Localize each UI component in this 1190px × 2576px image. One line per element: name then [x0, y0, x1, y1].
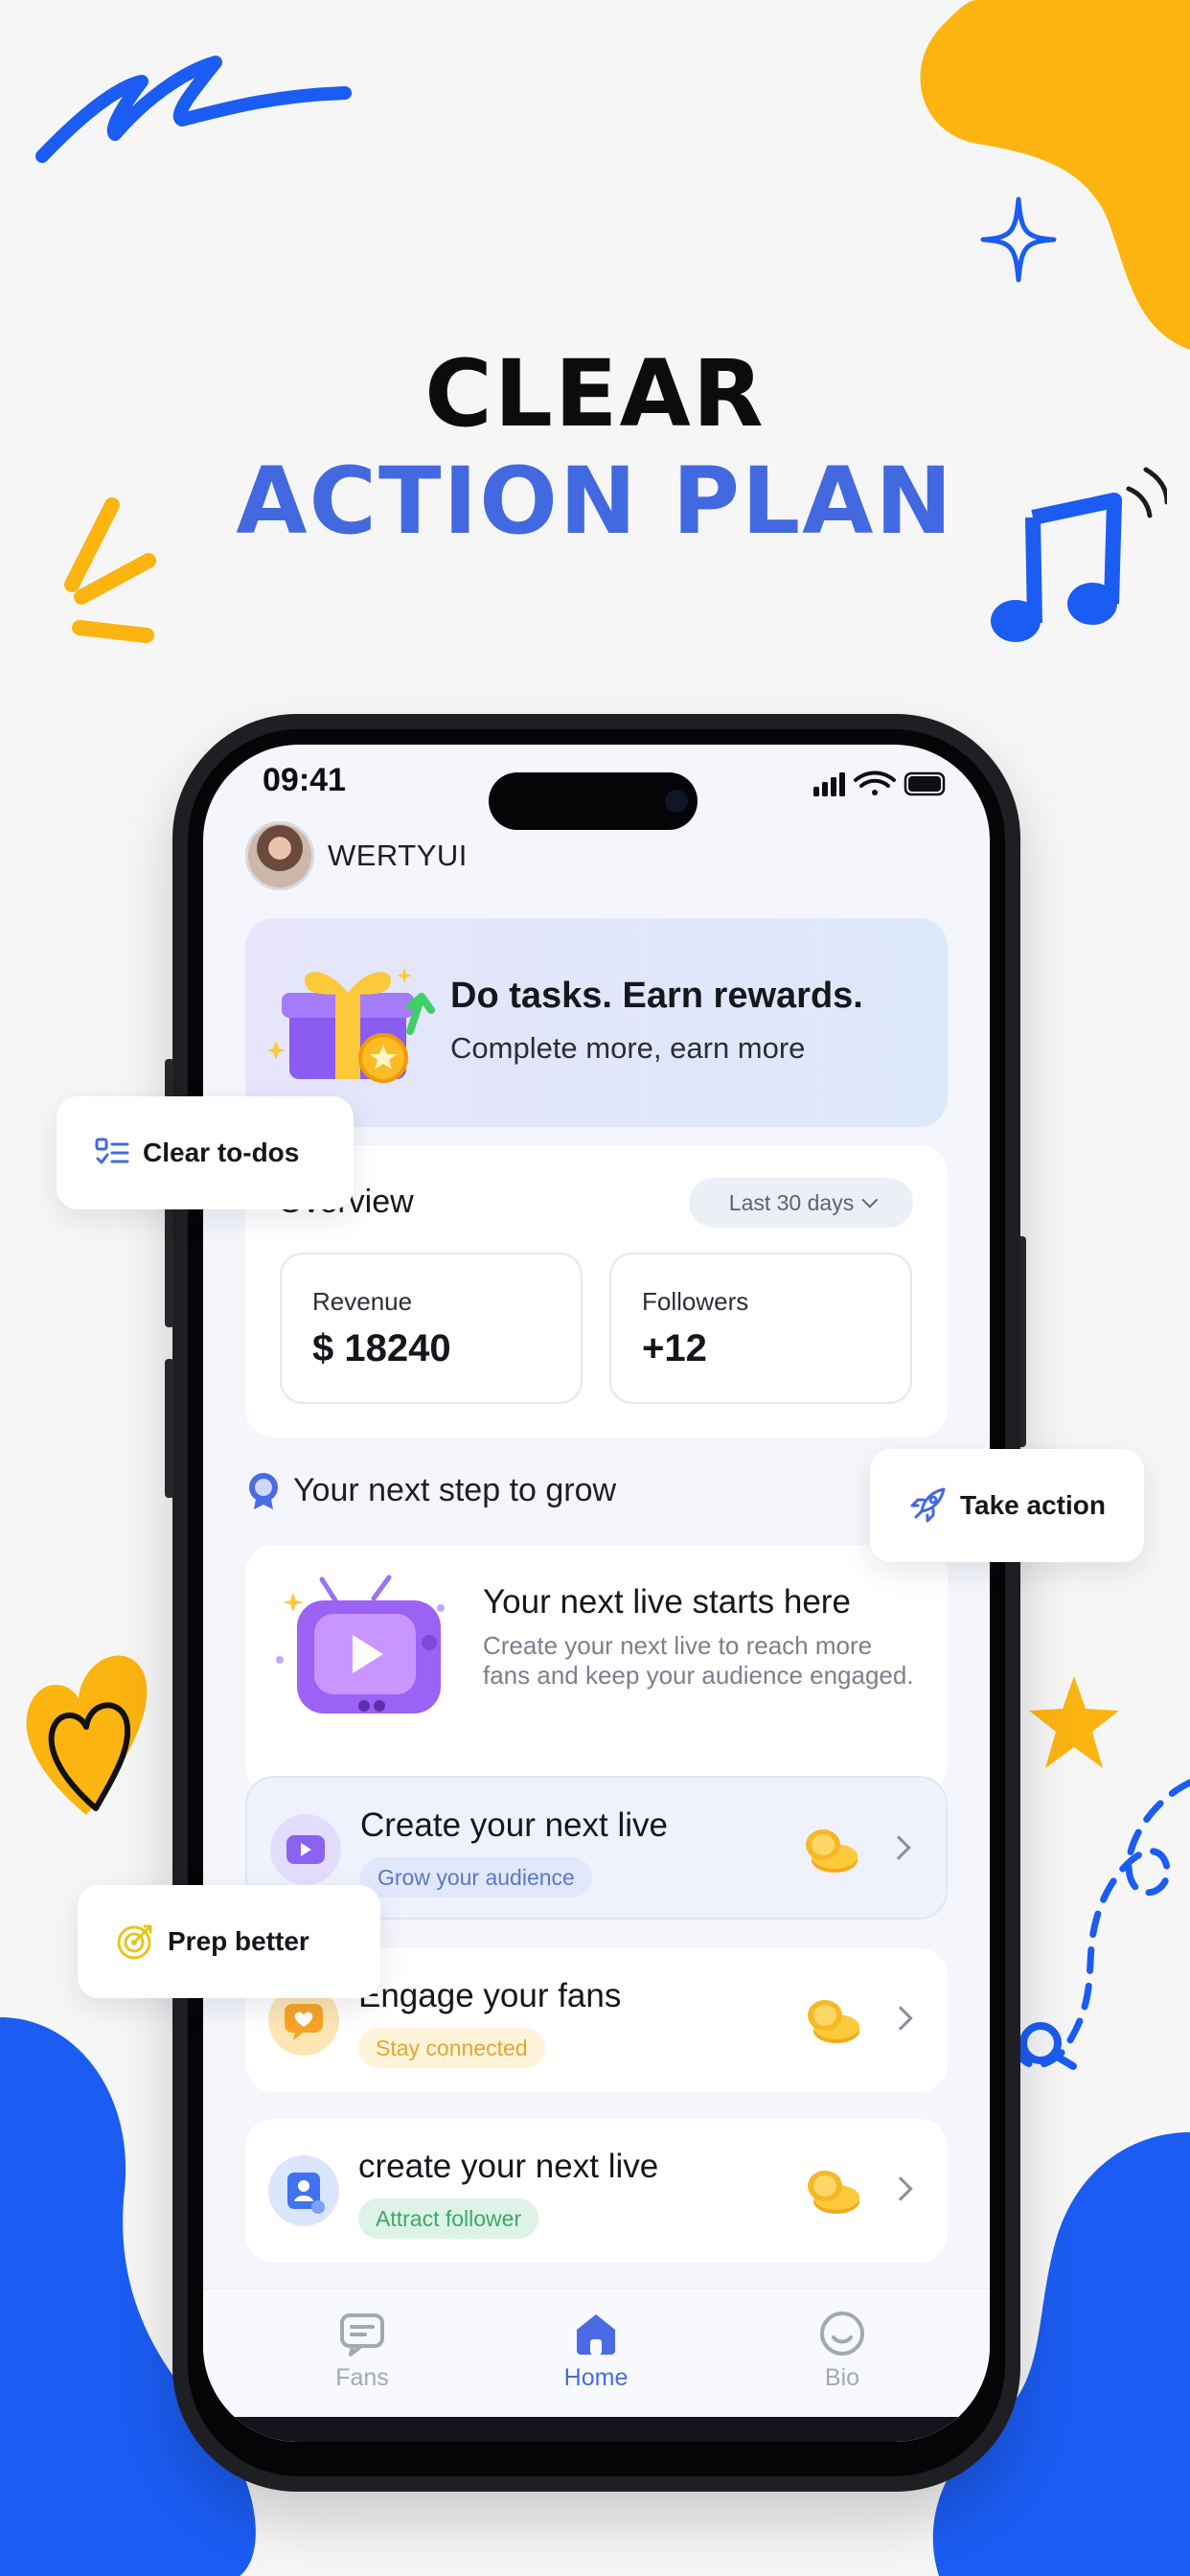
coins-icon — [808, 2171, 859, 2214]
scribble-icon — [35, 56, 352, 163]
stat-label: Followers — [642, 1287, 749, 1316]
checklist-icon — [95, 1138, 129, 1164]
stat-value: +12 — [642, 1327, 707, 1369]
coins-icon — [808, 2000, 859, 2043]
task-tag: Grow your audience — [360, 1857, 592, 1898]
status-time: 09:41 — [263, 762, 346, 798]
rewards-banner[interactable]: Do tasks. Earn rewards. Complete more, e… — [245, 918, 948, 1127]
tab-label: Home — [563, 2364, 629, 2391]
avatar[interactable] — [245, 821, 314, 890]
headline-line-2: ACTION PLAN — [236, 448, 954, 555]
chevron-right-icon — [888, 2176, 913, 2201]
stat-value: $ 18240 — [312, 1327, 451, 1369]
next-live-title: Your next live starts here — [483, 1583, 851, 1621]
rewards-subtitle: Complete more, earn more — [450, 1031, 806, 1065]
task-title: create your next live — [358, 2148, 659, 2185]
home-icon — [577, 2314, 615, 2355]
tab-fans[interactable]: Fans — [295, 2309, 429, 2392]
broadcast-icon — [270, 1814, 341, 1885]
status-icons — [813, 770, 946, 796]
task-tag: Stay connected — [358, 2028, 545, 2068]
rewards-title: Do tasks. Earn rewards. — [450, 976, 863, 1016]
profile-card-icon — [268, 2155, 339, 2226]
tab-home[interactable]: Home — [529, 2309, 663, 2392]
tab-label: Bio — [824, 2364, 860, 2391]
grow-section-title: Your next step to grow — [293, 1471, 617, 1508]
tab-bio[interactable]: Bio — [775, 2309, 909, 2392]
gift-icon — [268, 968, 435, 1083]
chip-prep-better: Prep better — [78, 1885, 380, 1998]
blue-circle-doodle-icon — [1019, 2022, 1077, 2070]
headline-line-1: CLEAR — [424, 340, 766, 448]
battery-icon — [904, 771, 946, 796]
revenue-stat[interactable]: Revenue $ 18240 — [280, 1253, 583, 1404]
heart-icon — [26, 1655, 148, 1815]
wifi-icon — [854, 770, 896, 795]
coins-icon — [806, 1829, 858, 1873]
signal-icon — [813, 772, 845, 796]
chip-label: Prep better — [168, 1926, 309, 1956]
chip-label: Take action — [960, 1490, 1106, 1520]
target-icon — [117, 1924, 152, 1960]
dynamic-island — [489, 772, 698, 830]
grow-section-header: Your next step to grow — [245, 1469, 616, 1511]
next-live-description: Create your next live to reach more fans… — [483, 1631, 914, 1690]
next-live-card[interactable]: Your next live starts here Create your n… — [245, 1545, 948, 1794]
screen-bottom-band — [203, 2417, 990, 2442]
stat-label: Revenue — [312, 1287, 413, 1316]
chip-label: Clear to-dos — [143, 1138, 300, 1167]
chip-clear-todos: Clear to-dos — [57, 1096, 354, 1209]
chip-take-action: Take action — [870, 1449, 1144, 1562]
chevron-down-icon — [861, 1191, 879, 1208]
date-range-label: Last 30 days — [728, 1189, 855, 1215]
profile-name: WERTYUI — [328, 839, 468, 872]
task-title: Create your next live — [360, 1806, 668, 1844]
followers-stat[interactable]: Followers +12 — [609, 1253, 912, 1404]
task-title: Engage your fans — [358, 1977, 622, 2014]
task-item-attract-follower[interactable]: create your next live Attract follower — [245, 2119, 948, 2263]
date-range-dropdown[interactable]: Last 30 days — [689, 1178, 913, 1228]
sparkle-icon — [980, 196, 1057, 283]
star-icon — [1029, 1676, 1119, 1768]
task-tag: Attract follower — [358, 2198, 539, 2239]
chevron-right-icon — [888, 2006, 913, 2031]
yellow-blob-top-right — [920, 0, 1190, 350]
chat-icon — [340, 2313, 384, 2357]
rocket-icon — [910, 1487, 946, 1523]
profile-header[interactable]: WERTYUI — [245, 821, 468, 890]
chevron-right-icon — [886, 1835, 911, 1860]
badge-icon — [249, 1473, 278, 1509]
tv-play-icon — [276, 1575, 445, 1714]
app-screen: 09:41 WERTYUI Do tasks. Earn rewards. Co… — [203, 745, 990, 2442]
smile-icon — [820, 2312, 864, 2356]
tab-label: Fans — [335, 2364, 389, 2391]
